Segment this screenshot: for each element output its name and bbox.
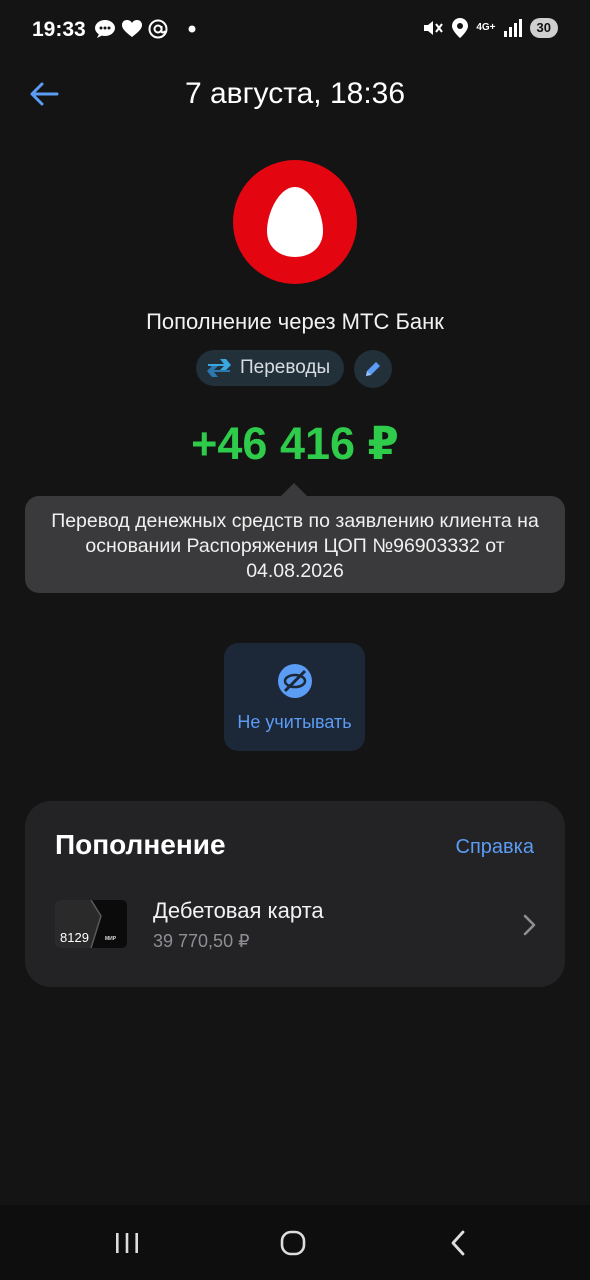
status-time: 19:33 [32, 18, 86, 41]
eye-off-icon [278, 664, 312, 698]
mute-icon [422, 18, 444, 38]
transaction-amount: +46 416 ₽ [191, 418, 399, 469]
battery-badge: 30 [529, 18, 558, 38]
category-label: Переводы [240, 357, 331, 378]
transfer-arrows-icon [207, 359, 231, 377]
tooltip-text: Перевод денежных средств по заявлению кл… [51, 510, 539, 582]
help-link[interactable]: Справка [456, 834, 534, 860]
egg-logo-icon [267, 187, 323, 257]
card-last4: 8129 [60, 930, 89, 945]
chat-bubble-icon [94, 19, 116, 39]
status-system-icons: 4G+ 30 [422, 18, 558, 38]
status-notification-icons [94, 19, 196, 39]
back-nav-button[interactable] [428, 1220, 488, 1266]
section-title: Пополнение [55, 829, 226, 860]
recent-apps-icon [116, 1233, 138, 1253]
signal-icon [503, 19, 522, 37]
merchant-logo [233, 160, 357, 284]
ignore-label: Не учитывать [237, 712, 352, 732]
home-icon [280, 1230, 306, 1256]
network-type: 4G+ [476, 22, 496, 33]
heart-icon [122, 20, 142, 38]
back-chevron-icon [451, 1230, 465, 1256]
merchant-name: Пополнение через МТС Банк [146, 309, 444, 334]
dot-icon [188, 25, 196, 33]
at-sign-icon [148, 19, 168, 39]
chevron-right-icon [523, 914, 536, 936]
home-button[interactable] [263, 1220, 323, 1266]
edit-category-button[interactable] [354, 350, 392, 388]
account-balance: 39 770,50 ₽ [153, 931, 250, 951]
category-chip[interactable]: Переводы [196, 350, 345, 386]
tooltip-arrow [280, 483, 308, 497]
arrow-left-icon [30, 82, 59, 106]
account-name: Дебетовая карта [153, 898, 324, 923]
page-title: 7 августа, 18:36 [184, 77, 406, 110]
back-button[interactable] [24, 74, 64, 114]
recent-apps-button[interactable] [97, 1220, 157, 1266]
card-brand: МИР [105, 936, 117, 942]
location-icon [452, 18, 469, 38]
pencil-icon [366, 362, 380, 376]
